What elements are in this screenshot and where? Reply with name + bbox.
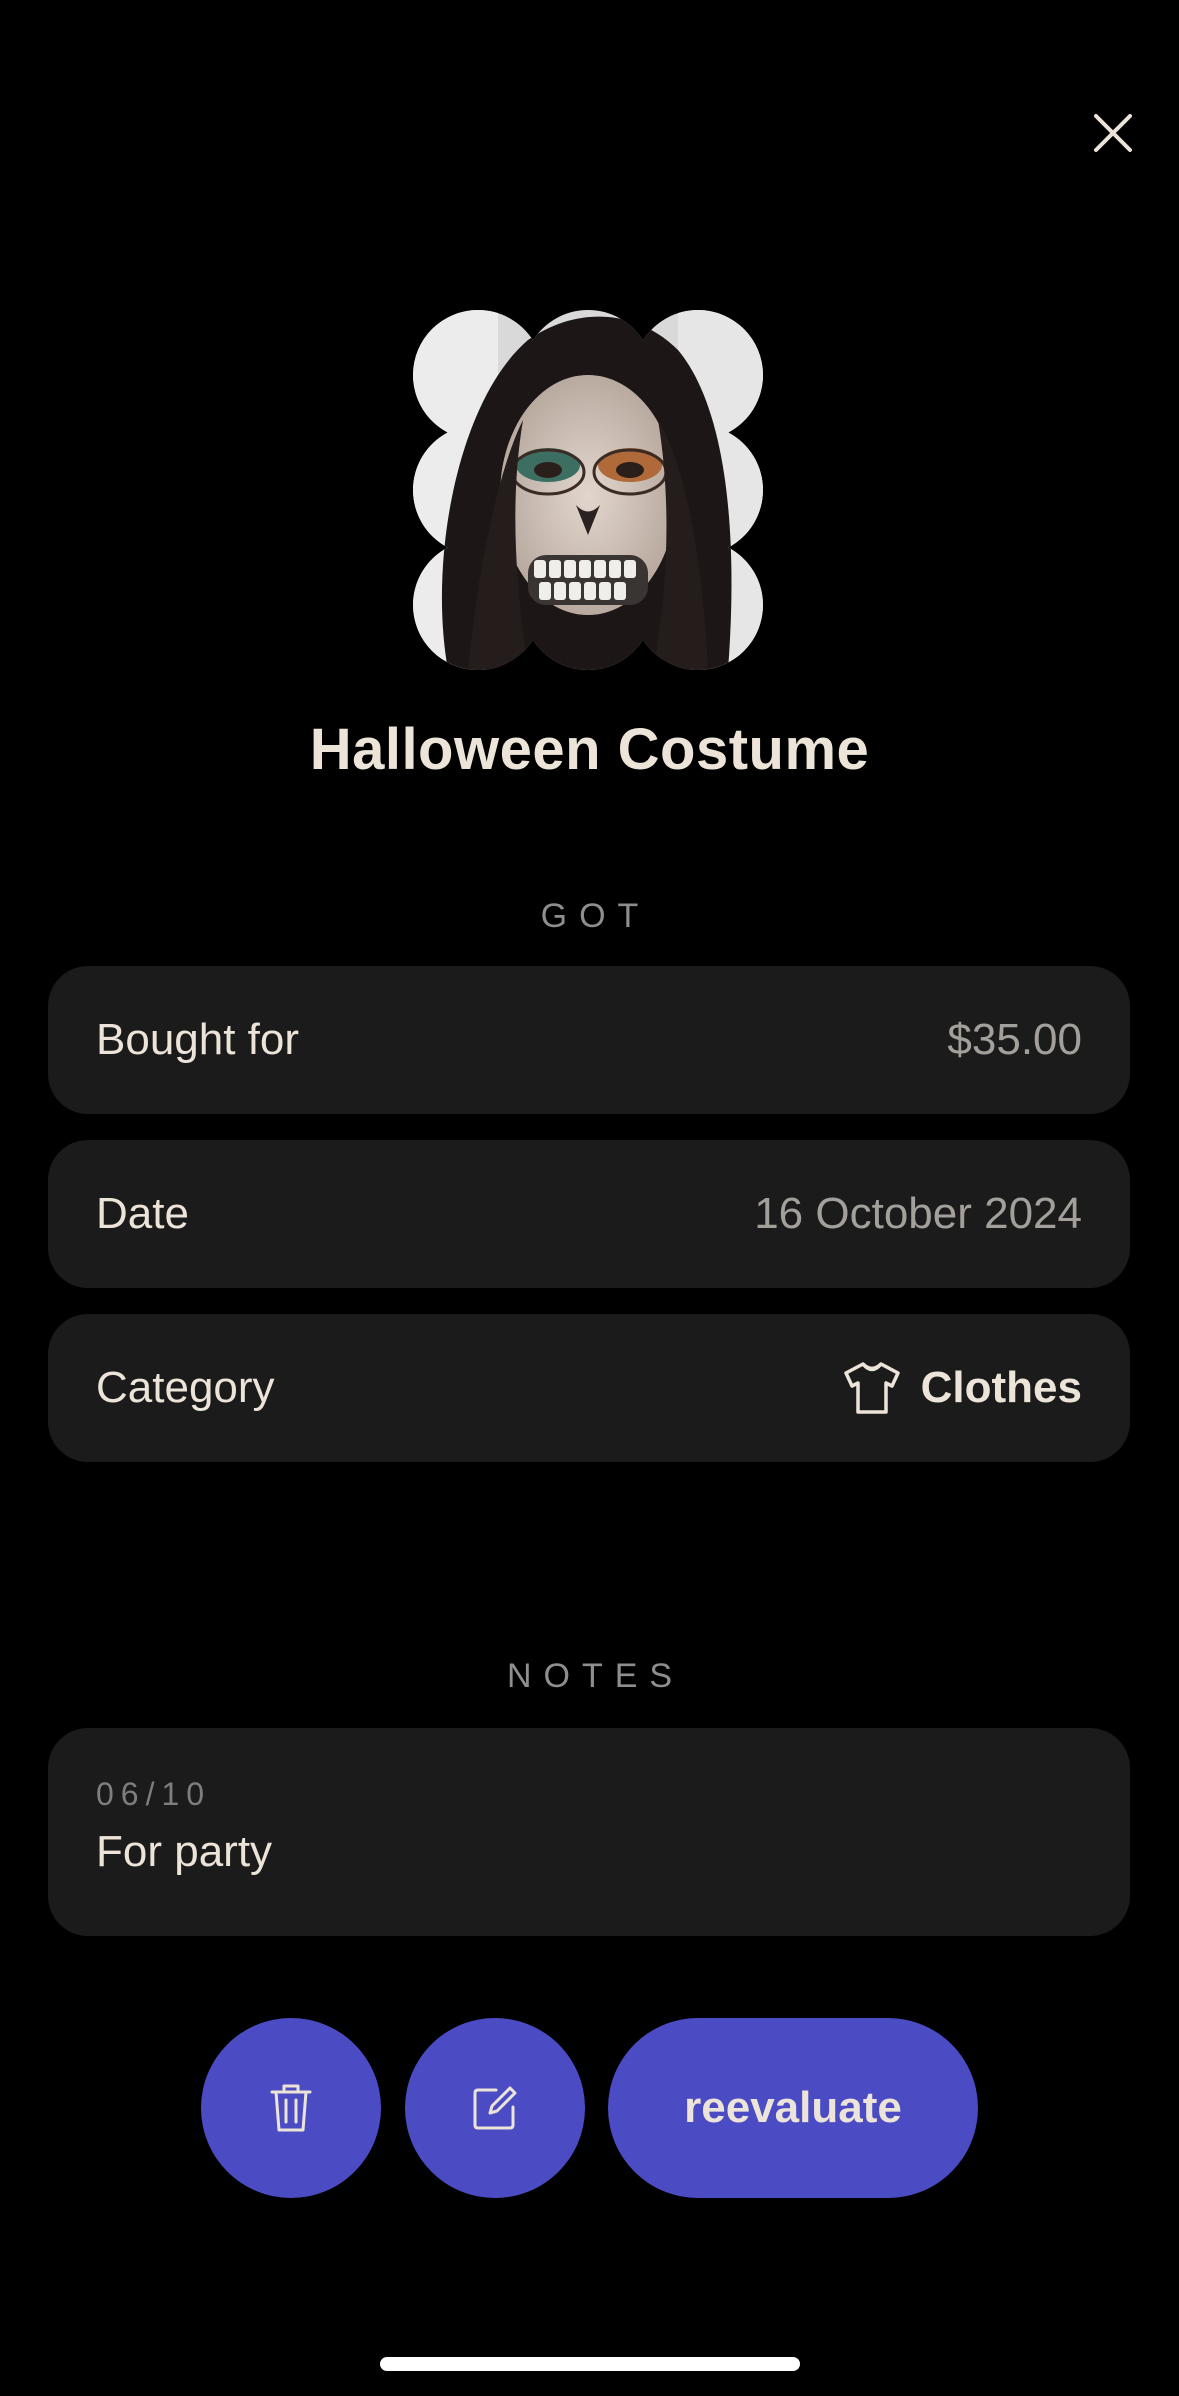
reevaluate-button[interactable]: reevaluate — [608, 2018, 978, 2198]
date-label: Date — [96, 1189, 189, 1238]
note-card[interactable]: 06/10 For party — [48, 1728, 1130, 1936]
note-text: For party — [96, 1827, 273, 1876]
category-row[interactable]: Category Clothes — [48, 1314, 1130, 1462]
home-indicator[interactable] — [380, 2357, 800, 2371]
got-section-label: GOT — [540, 897, 651, 935]
trash-icon — [270, 2084, 312, 2132]
note-date: 06/10 — [96, 1776, 212, 1812]
close-button[interactable] — [1075, 95, 1151, 171]
date-value: 16 October 2024 — [754, 1189, 1082, 1238]
close-icon — [1094, 114, 1132, 152]
date-row[interactable]: Date 16 October 2024 — [48, 1140, 1130, 1288]
bought-for-value: $35.00 — [947, 1015, 1082, 1064]
item-title: Halloween Costume — [309, 717, 870, 782]
bought-for-row[interactable]: Bought for $35.00 — [48, 966, 1130, 1114]
item-photo — [408, 310, 768, 670]
notes-section-label: NOTES — [506, 1657, 685, 1695]
category-value: Clothes — [920, 1363, 1082, 1412]
tshirt-icon — [843, 1362, 900, 1414]
edit-button[interactable] — [405, 2018, 585, 2198]
delete-button[interactable] — [201, 2018, 381, 2198]
edit-icon — [473, 2086, 517, 2130]
bought-for-label: Bought for — [96, 1015, 300, 1064]
category-value-group: Clothes — [843, 1361, 1082, 1415]
category-label: Category — [96, 1363, 275, 1412]
